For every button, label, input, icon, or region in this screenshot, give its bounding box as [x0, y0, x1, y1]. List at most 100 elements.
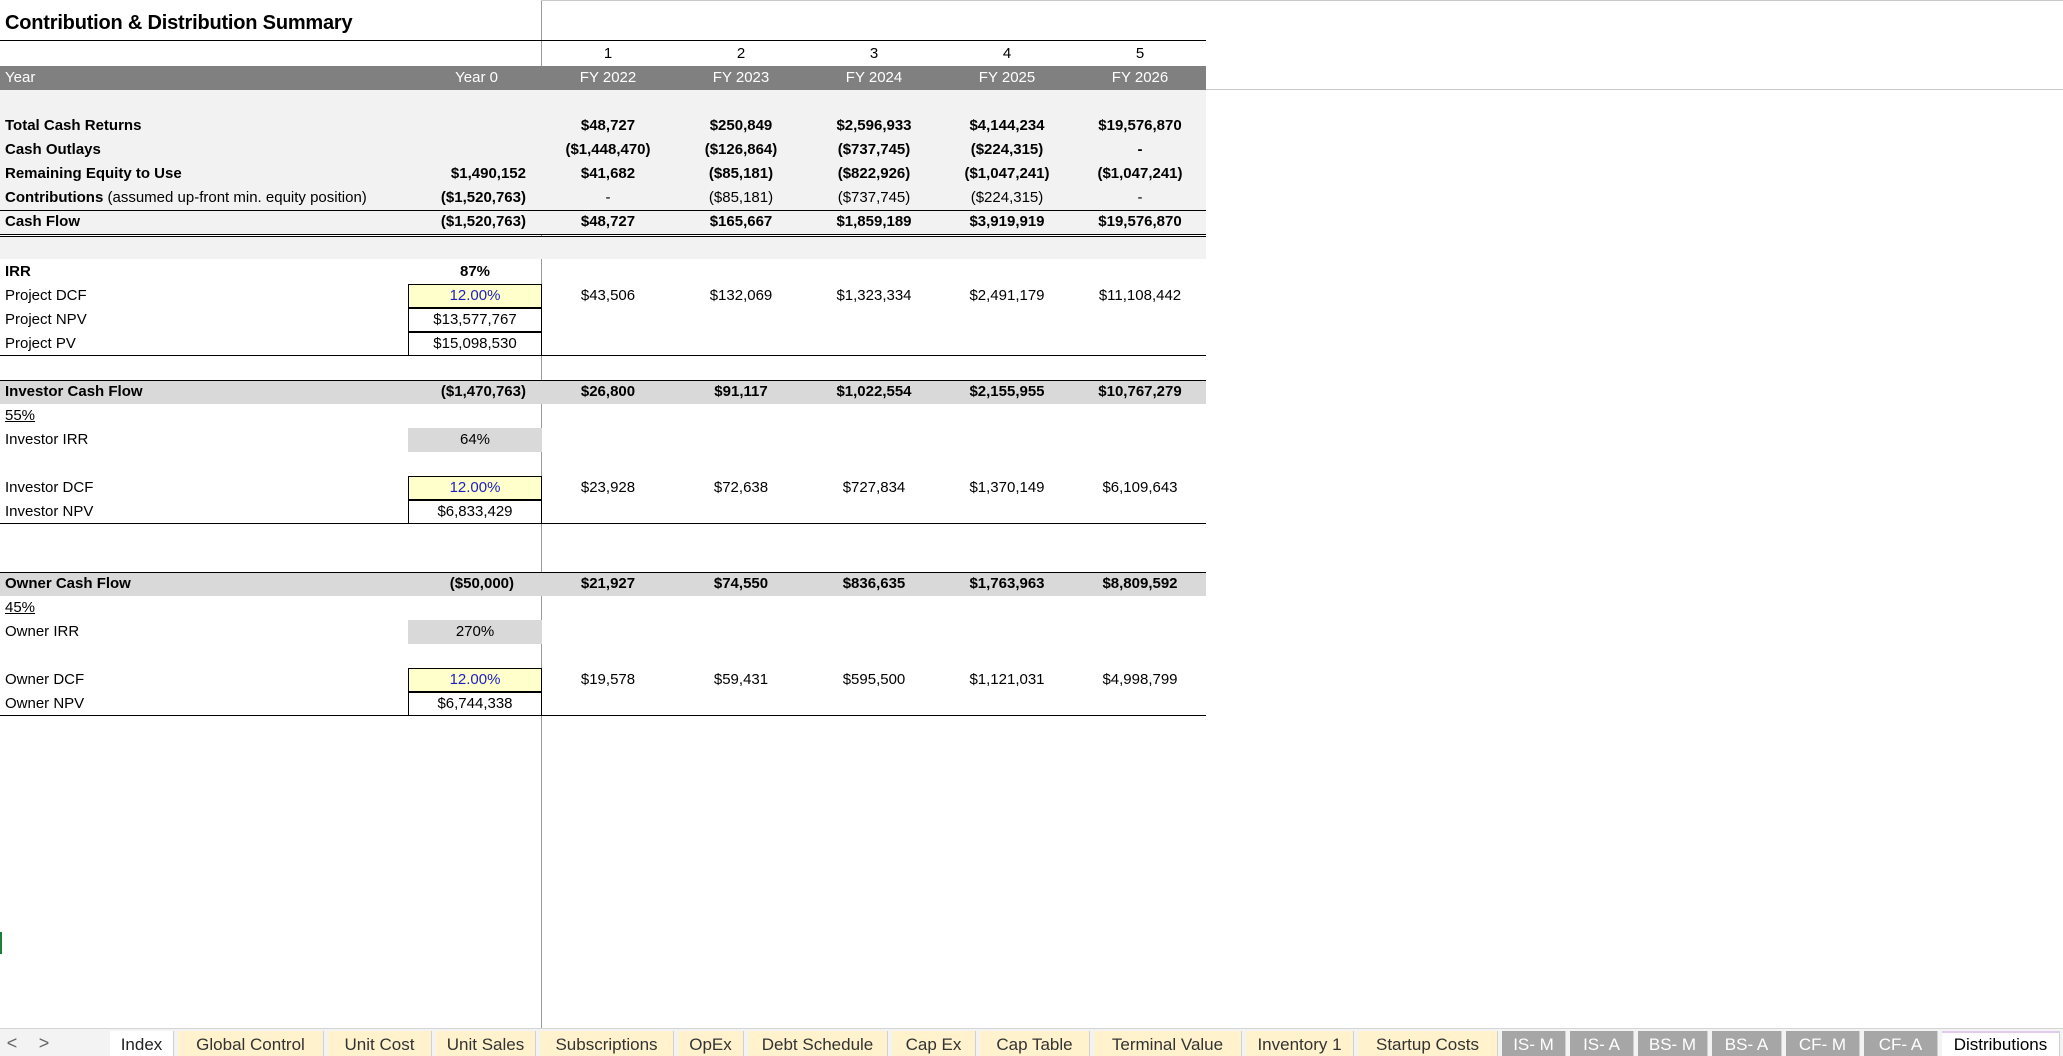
tab-inventory-1[interactable]: Inventory 1 — [1246, 1031, 1354, 1056]
sheet-tab-bar: < > Index Global Control Unit Cost Unit Sal… — [0, 1028, 2063, 1056]
value-cell: $595,500 — [842, 671, 906, 688]
summary-cell: $48,727 — [580, 117, 636, 134]
summary-cell: - — [605, 189, 611, 206]
value-cell: $19,578 — [580, 671, 636, 688]
investor-cf-year0: ($1,470,763) — [440, 383, 526, 400]
value-cell: $21,927 — [580, 575, 636, 592]
owner-irr-label: Owner IRR — [5, 623, 80, 640]
summary-cell: $4,144,234 — [969, 117, 1045, 134]
tab-cf-a[interactable]: CF- A — [1864, 1031, 1938, 1056]
active-cell-marker — [0, 932, 2, 954]
summary-cell: $2,596,933 — [836, 117, 912, 134]
summary-row-label: Cash Flow — [5, 210, 80, 234]
value-cell: $2,155,955 — [969, 383, 1045, 400]
summary-cell: $250,849 — [709, 117, 773, 134]
summary-row-label-text: Cash Flow — [5, 213, 81, 230]
project-dcf-rate-input[interactable]: 12.00% — [408, 284, 542, 308]
summary-cell: ($822,926) — [837, 165, 911, 182]
investor-dcf-label: Investor DCF — [5, 479, 94, 496]
spacer-band — [0, 90, 1206, 114]
value-cell: $727,834 — [842, 479, 906, 496]
value-cell: $1,763,963 — [969, 575, 1045, 592]
tab-debt-schedule[interactable]: Debt Schedule — [748, 1031, 888, 1056]
summary-year0-value — [400, 114, 526, 138]
tab-bs-m[interactable]: BS- M — [1638, 1031, 1708, 1056]
prev-sheet-icon[interactable]: < — [0, 1031, 24, 1055]
top-border — [541, 0, 2063, 1]
owner-npv-label: Owner NPV — [5, 695, 85, 712]
summary-cell: - — [1137, 189, 1143, 206]
tab-unit-sales[interactable]: Unit Sales — [436, 1031, 536, 1056]
tab-cap-table[interactable]: Cap Table — [980, 1031, 1090, 1056]
value-cell: $6,109,643 — [1102, 479, 1178, 496]
summary-cell: $48,727 — [580, 213, 636, 230]
tab-is-m[interactable]: IS- M — [1502, 1031, 1566, 1056]
spreadsheet-grid[interactable]: Year Year 0 Total Cash Returns $48,727 $25… — [0, 0, 2063, 1028]
tab-opex[interactable]: OpEx — [678, 1031, 744, 1056]
tab-unit-cost[interactable]: Unit Cost — [328, 1031, 432, 1056]
year0-header: Year 0 — [455, 69, 498, 86]
year-column-header: FY 2022 — [579, 69, 637, 86]
summary-row-label: Remaining Equity to Use — [5, 162, 182, 186]
value-cell: $59,431 — [713, 671, 769, 688]
value-cell: $1,370,149 — [969, 479, 1045, 496]
summary-row-label-text: Total Cash Returns — [5, 117, 142, 134]
investor-npv-value: $6,833,429 — [408, 500, 542, 524]
summary-cell: ($224,315) — [970, 189, 1044, 206]
summary-cell: $1,859,189 — [836, 213, 912, 230]
tab-bs-a[interactable]: BS- A — [1712, 1031, 1782, 1056]
investor-dcf-rate-input[interactable]: 12.00% — [408, 476, 542, 500]
summary-cell: $165,667 — [709, 213, 773, 230]
value-cell: $4,998,799 — [1102, 671, 1178, 688]
summary-year0-value: $1,490,152 — [450, 165, 526, 182]
tab-distributions[interactable]: Distributions — [1942, 1031, 2060, 1056]
tab-subscriptions[interactable]: Subscriptions — [540, 1031, 674, 1056]
value-cell: $43,506 — [580, 287, 636, 304]
summary-row-label-text: Remaining Equity to Use — [5, 165, 182, 182]
project-dcf-label: Project DCF — [5, 287, 87, 304]
summary-cell: ($85,181) — [708, 189, 774, 206]
summary-cell: ($1,047,241) — [964, 165, 1050, 182]
owner-dcf-rate-input[interactable]: 12.00% — [408, 668, 542, 692]
summary-row-note: (assumed up-front min. equity position) — [103, 189, 367, 206]
tab-global-control[interactable]: Global Control — [178, 1031, 324, 1056]
next-sheet-icon[interactable]: > — [32, 1031, 56, 1055]
value-cell: $1,022,554 — [836, 383, 912, 400]
summary-cell: ($126,864) — [704, 141, 778, 158]
summary-cell: ($1,047,241) — [1097, 165, 1183, 182]
tab-cf-m[interactable]: CF- M — [1786, 1031, 1860, 1056]
spacer-band-2 — [0, 237, 1206, 259]
value-cell: $836,635 — [842, 575, 906, 592]
summary-cell: ($737,745) — [837, 189, 911, 206]
tab-is-a[interactable]: IS- A — [1570, 1031, 1634, 1056]
investor-irr-value: 64% — [408, 428, 542, 452]
period-number: 2 — [736, 45, 746, 62]
year-header: Year — [5, 69, 36, 86]
period-number: 5 — [1135, 45, 1145, 62]
tab-index[interactable]: Index — [110, 1031, 174, 1056]
tab-cap-ex[interactable]: Cap Ex — [892, 1031, 976, 1056]
summary-row-label-text: Cash Outlays — [5, 141, 101, 158]
title-rule — [0, 40, 1206, 41]
value-cell: $72,638 — [713, 479, 769, 496]
irr-label: IRR — [5, 263, 31, 280]
value-cell: $1,323,334 — [836, 287, 912, 304]
owner-cf-year0: ($50,000) — [449, 575, 514, 592]
project-pv-value: $15,098,530 — [408, 332, 542, 356]
summary-cell: $3,919,919 — [969, 213, 1045, 230]
tab-startup-costs[interactable]: Startup Costs — [1358, 1031, 1498, 1056]
value-cell: $8,809,592 — [1102, 575, 1178, 592]
value-cell: $11,108,442 — [1098, 287, 1182, 304]
year-column-header: FY 2025 — [978, 69, 1036, 86]
summary-cell: ($224,315) — [970, 141, 1044, 158]
tab-terminal-value[interactable]: Terminal Value — [1094, 1031, 1242, 1056]
summary-cell: ($737,745) — [837, 141, 911, 158]
summary-cell: ($1,448,470) — [565, 141, 651, 158]
investor-cf-label: Investor Cash Flow — [5, 383, 143, 400]
value-cell: $10,767,279 — [1098, 383, 1182, 400]
owner-cf-label: Owner Cash Flow — [5, 575, 131, 592]
value-cell: $1,121,031 — [969, 671, 1045, 688]
value-cell: $132,069 — [709, 287, 773, 304]
owner-dcf-label: Owner DCF — [5, 671, 85, 688]
header-extension-rule — [1206, 89, 2063, 90]
